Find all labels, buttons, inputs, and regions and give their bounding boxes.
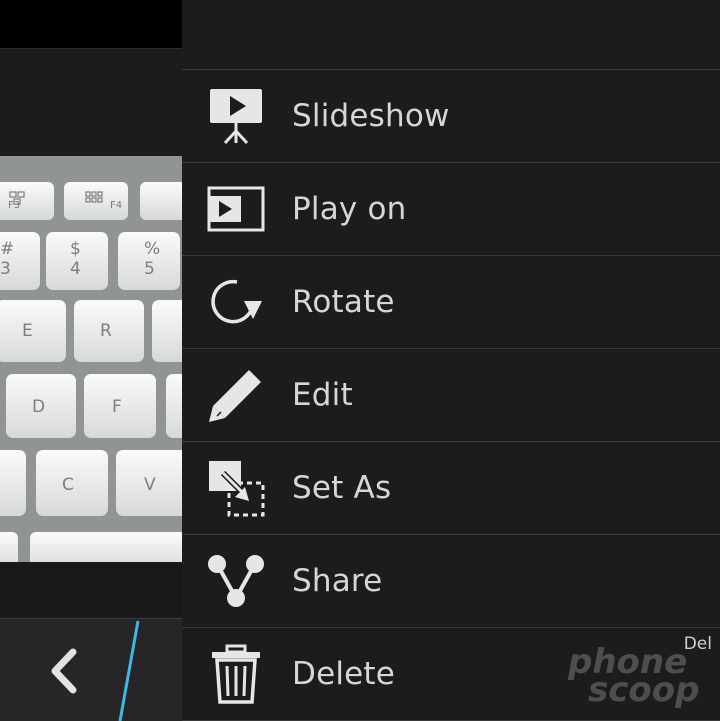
set-as-icon — [206, 458, 266, 518]
trash-icon — [206, 644, 266, 704]
key-label: F4 — [110, 200, 122, 211]
menu-item-play-on[interactable]: Play on — [182, 163, 720, 256]
photo-footer — [0, 562, 182, 618]
pencil-icon — [206, 365, 266, 425]
keyboard-photo: F3 F4 # 3 $ 4 % 5 E R D F C V — [0, 156, 182, 562]
accent-divider — [118, 620, 140, 721]
key-g — [166, 374, 182, 438]
watermark-logo: phone scoop — [564, 642, 714, 710]
key-f5 — [140, 182, 182, 220]
key-label: V — [144, 475, 156, 495]
key-label: F — [112, 397, 122, 417]
key-x — [0, 450, 26, 516]
menu-item-edit[interactable]: Edit — [182, 349, 720, 442]
key-label: D — [32, 397, 45, 417]
menu-item-share[interactable]: Share — [182, 535, 720, 628]
menu-header — [182, 0, 720, 70]
photo-viewer: F3 F4 # 3 $ 4 % 5 E R D F C V — [0, 0, 182, 721]
share-icon — [206, 551, 266, 611]
menu-item-label: Play on — [292, 191, 407, 227]
status-strip — [0, 0, 182, 48]
key-label: R — [100, 321, 112, 341]
action-bar — [0, 618, 182, 721]
key-label: $ — [70, 239, 81, 259]
menu-item-label: Slideshow — [292, 98, 450, 134]
menu-item-label: Delete — [292, 656, 396, 692]
slideshow-icon — [206, 86, 266, 146]
key-label: 5 — [144, 259, 155, 279]
menu-item-rotate[interactable]: Rotate — [182, 256, 720, 349]
watermark-line2: scoop — [588, 670, 700, 710]
key-t — [152, 300, 182, 362]
menu-item-label: Rotate — [292, 284, 395, 320]
menu-item-slideshow[interactable]: Slideshow — [182, 70, 720, 163]
menu-item-label: Edit — [292, 377, 353, 413]
rotate-icon — [206, 272, 266, 332]
menu-item-set-as[interactable]: Set As — [182, 442, 720, 535]
key-e — [0, 300, 66, 362]
key-label: E — [22, 321, 33, 341]
key-label: 4 — [70, 259, 81, 279]
key-label: # — [0, 239, 14, 259]
photo-preview[interactable]: F3 F4 # 3 $ 4 % 5 E R D F C V — [0, 156, 182, 562]
title-bar — [0, 48, 182, 157]
play-on-icon — [206, 179, 266, 239]
key-label: C — [62, 475, 74, 495]
key-space — [30, 532, 182, 562]
menu-item-label: Share — [292, 563, 383, 599]
key-fn — [0, 532, 18, 562]
key-label: 3 — [0, 259, 11, 279]
key-label: % — [144, 239, 160, 259]
action-menu: Slideshow Play on Rotate Edit Set As Sha… — [182, 0, 720, 721]
menu-item-label: Set As — [292, 470, 392, 506]
